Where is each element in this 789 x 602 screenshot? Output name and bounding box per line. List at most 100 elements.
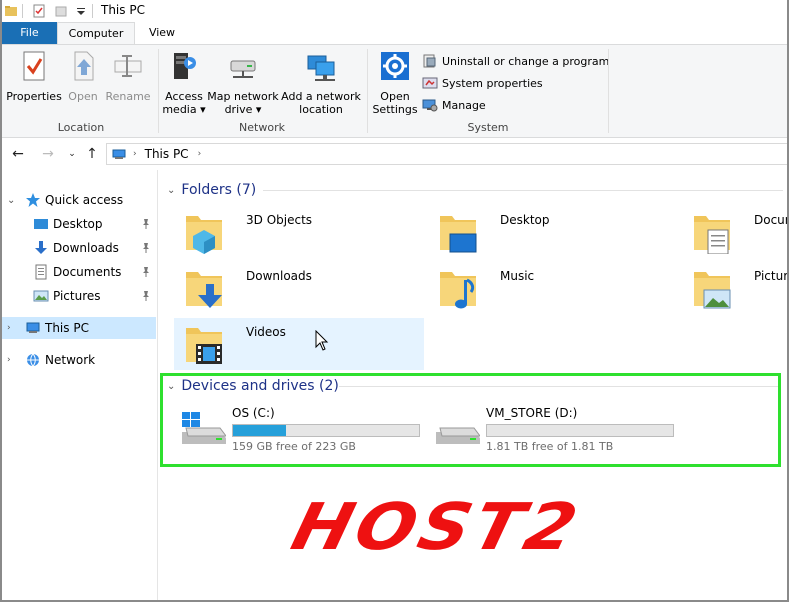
documents-folder-icon — [694, 216, 730, 254]
breadcrumb-separator-icon[interactable]: › — [198, 149, 202, 159]
access-media-label-line2: media — [162, 103, 197, 116]
breadcrumb-separator-icon: › — [133, 149, 137, 159]
nav-pictures-label: Pictures — [53, 289, 101, 303]
tab-computer[interactable]: Computer — [57, 22, 135, 44]
open-settings-label-line2: Settings — [372, 103, 418, 116]
file-explorer-window: This PC File Computer View Properties Op… — [0, 0, 789, 602]
open-settings-button[interactable]: Open Settings — [372, 49, 418, 116]
pin-icon[interactable] — [141, 242, 151, 254]
properties-icon — [23, 51, 45, 81]
window-title: This PC — [101, 3, 145, 17]
nav-quick-access[interactable]: ⌄ Quick access — [2, 189, 156, 211]
group-label-system: System — [467, 121, 509, 134]
nav-network-label: Network — [45, 353, 96, 367]
folder-label: Documents — [754, 213, 787, 227]
nav-this-pc-label: This PC — [45, 321, 89, 335]
nav-desktop-label: Desktop — [53, 217, 103, 231]
manage-computer-icon — [422, 99, 438, 112]
up-arrow-icon[interactable]: ↑ — [84, 145, 100, 163]
map-network-drive-button[interactable]: Map network drive ▾ — [206, 49, 280, 116]
manage-button[interactable]: Manage — [422, 96, 486, 114]
navigation-pane: ⌄ Quick access Desktop Downloads Documen… — [2, 170, 158, 600]
collapsed-chevron-icon[interactable]: › — [7, 323, 11, 333]
rename-label: Rename — [105, 90, 151, 103]
this-pc-icon — [26, 322, 40, 333]
network-drive-icon — [230, 60, 256, 78]
collapsed-chevron-icon[interactable]: › — [7, 355, 11, 365]
folders-section-header[interactable]: ⌄ Folders (7) — [167, 180, 783, 200]
desktop-icon — [34, 219, 48, 229]
title-bar: This PC — [2, 0, 787, 22]
nav-quick-access-label: Quick access — [45, 193, 124, 207]
nav-downloads[interactable]: Downloads — [2, 237, 156, 259]
access-media-button[interactable]: Access media ▾ — [162, 49, 206, 116]
rename-button[interactable]: Rename — [105, 49, 151, 103]
this-pc-icon — [112, 149, 126, 159]
folder-music[interactable]: Music — [428, 262, 678, 314]
ribbon-tabs: File Computer View — [2, 22, 787, 44]
manage-label: Manage — [442, 98, 486, 112]
add-network-location-button[interactable]: Add a network location — [281, 49, 361, 116]
pin-icon[interactable] — [141, 218, 151, 230]
breadcrumb-this-pc[interactable]: This PC — [145, 147, 189, 161]
nav-this-pc[interactable]: › This PC — [2, 317, 156, 339]
folder-icon[interactable] — [4, 3, 18, 19]
uninstall-program-button[interactable]: Uninstall or change a program — [422, 52, 609, 70]
folder-desktop[interactable]: Desktop — [428, 206, 678, 258]
rename-icon — [114, 55, 142, 77]
toolbar-separator — [22, 4, 23, 18]
section-collapse-chevron-icon[interactable]: ⌄ — [167, 185, 175, 196]
new-folder-quick-icon[interactable] — [54, 3, 68, 19]
uninstall-icon — [423, 54, 436, 68]
properties-label: Properties — [6, 90, 62, 103]
dropdown-arrow-icon: ▾ — [255, 103, 262, 116]
open-label: Open — [68, 90, 98, 103]
nav-desktop[interactable]: Desktop — [2, 213, 156, 235]
back-arrow-icon[interactable]: ← — [10, 145, 26, 163]
forward-arrow-icon[interactable]: → — [40, 145, 56, 163]
folder-3d-objects[interactable]: 3D Objects — [174, 206, 424, 258]
folder-downloads[interactable]: Downloads — [174, 262, 424, 314]
customize-quick-access-icon[interactable] — [74, 3, 88, 19]
network-icon — [27, 353, 39, 367]
tab-view[interactable]: View — [142, 22, 182, 44]
desktop-folder-icon — [440, 216, 477, 253]
group-separator — [367, 49, 368, 133]
open-settings-label-line1: Open — [380, 90, 410, 103]
folder-documents[interactable]: Documents — [682, 206, 787, 258]
add-location-label-line1: Add a network — [281, 90, 361, 103]
address-box[interactable]: › This PC › — [106, 143, 787, 165]
folder-label: Desktop — [500, 213, 550, 227]
music-folder-icon — [440, 272, 476, 309]
star-icon — [26, 193, 40, 207]
network-location-icon — [307, 55, 335, 81]
recent-locations-chevron-icon[interactable]: ⌄ — [64, 145, 80, 163]
expanded-chevron-icon[interactable]: ⌄ — [7, 195, 15, 206]
tab-file[interactable]: File — [2, 22, 57, 44]
toolbar-separator — [92, 4, 93, 18]
nav-downloads-label: Downloads — [53, 241, 119, 255]
open-button[interactable]: Open — [64, 49, 102, 103]
nav-documents[interactable]: Documents — [2, 261, 156, 283]
folder-videos[interactable]: Videos — [174, 318, 424, 370]
media-server-icon — [174, 53, 196, 79]
address-bar-row: ← → ⌄ ↑ › This PC › — [2, 139, 787, 169]
group-separator — [608, 49, 609, 133]
settings-gear-icon — [381, 52, 409, 80]
group-label-network: Network — [239, 121, 285, 134]
properties-quick-icon[interactable] — [32, 3, 46, 19]
folders-header-label: Folders (7) — [181, 182, 257, 198]
properties-button[interactable]: Properties — [6, 49, 62, 103]
system-properties-button[interactable]: System properties — [422, 74, 543, 92]
access-media-label-line1: Access — [165, 90, 203, 103]
dropdown-arrow-icon: ▾ — [200, 103, 206, 116]
host2-logo: HOST2 — [284, 489, 589, 565]
nav-documents-label: Documents — [53, 265, 122, 279]
group-separator — [158, 49, 159, 133]
nav-network[interactable]: › Network — [2, 349, 156, 371]
nav-pictures[interactable]: Pictures — [2, 285, 156, 307]
pin-icon[interactable] — [141, 266, 151, 278]
open-icon — [74, 51, 94, 81]
pin-icon[interactable] — [141, 290, 151, 302]
folder-pictures[interactable]: Pictures — [682, 262, 787, 314]
